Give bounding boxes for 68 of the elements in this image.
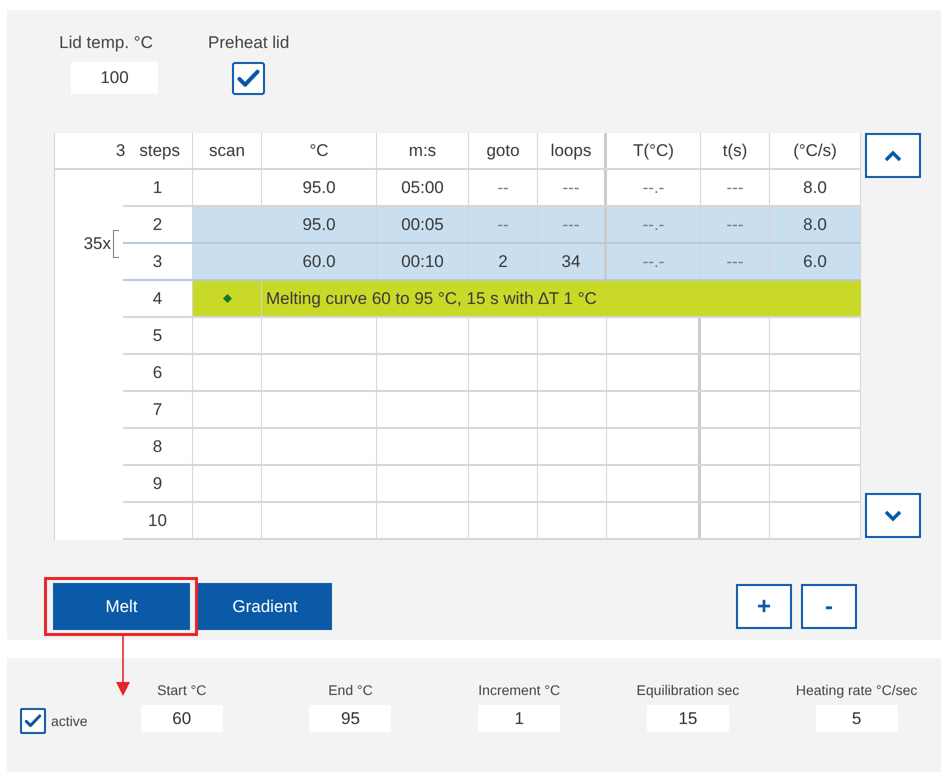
table-cell: 8.0 [770,207,861,242]
cycle-count: 35x [84,234,111,254]
table-row[interactable]: 8 [123,429,861,466]
melt-description: Melting curve 60 to 95 °C, 15 s with ∆T 1 °C [262,281,861,316]
field-label: Lid temp. °C [59,33,153,53]
bracket-icon [113,230,119,258]
table-cell: --- [701,207,770,242]
table-cell: 95.0 [262,207,377,242]
remove-step-button[interactable]: - [801,584,857,629]
table-row[interactable]: 3 60.0 00:10 2 34 --.- --- 6.0 [123,244,861,281]
input-field[interactable]: 1 [478,705,560,732]
table-row[interactable]: 9 [123,466,861,503]
table-cell: 05:00 [377,170,469,205]
table-cell: --.- [607,244,701,279]
input-field[interactable]: 60 [140,705,223,732]
column-header: T(°C) [607,133,701,168]
scroll-down-button[interactable] [865,493,921,538]
column-header: °C [262,133,377,168]
column-header: scan [193,133,262,168]
column-header: steps [139,140,180,160]
column-header: goto [469,133,538,168]
field-label: Heating rate °C/sec [796,682,918,698]
preheat-checkbox[interactable] [232,62,266,95]
table-cell: 00:05 [377,207,469,242]
column-header: m:s [377,133,469,168]
diamond-icon [222,294,232,303]
table-cell: -- [469,170,538,205]
table-cell: -- [469,207,538,242]
field-label: Start °C [157,682,206,698]
table-cell: 00:10 [377,244,469,279]
active-checkbox[interactable] [20,708,46,734]
table-cell: 95.0 [262,170,377,205]
table-cell: 6.0 [770,244,861,279]
step-count: 3 [116,140,126,160]
field-label: Increment °C [478,682,560,698]
mode-button[interactable]: Melt [53,583,190,630]
table-cell: --- [538,207,607,242]
table-cell: 2 [469,244,538,279]
input-field[interactable]: 15 [646,705,729,732]
table-cell: 34 [538,244,607,279]
checkbox-label: active [51,713,88,729]
table-cell: --.- [607,207,701,242]
chevron-up-icon [883,150,903,162]
table-row[interactable]: 7 [123,392,861,429]
scroll-up-button[interactable] [865,133,921,178]
checkbox-label: Preheat lid [208,33,290,53]
melt-row[interactable]: 4 Melting curve 60 to 95 °C, 15 s with ∆T 1 °C [123,281,861,318]
column-header: (°C/s) [770,133,861,168]
table-row[interactable]: 2 95.0 00:05 -- --- --.- --- 8.0 [123,207,861,244]
table-cell: --- [701,244,770,279]
chevron-down-icon [883,510,903,522]
table-cell: 8.0 [770,170,861,205]
callout-arrow [115,636,131,696]
table-cell: 60.0 [262,244,377,279]
lid-temp-field[interactable]: 100 [71,62,158,94]
mode-button[interactable]: Gradient [198,583,332,630]
field-label: End °C [328,682,373,698]
table-row[interactable]: 1 95.0 05:00 -- --- --.- --- 8.0 [123,170,861,207]
table-row[interactable]: 6 [123,355,861,392]
field-label: Equilibration sec [636,682,740,698]
table-cell: --.- [607,170,701,205]
add-step-button[interactable]: + [736,584,792,629]
table-row[interactable]: 5 [123,318,861,355]
column-header: t(s) [701,133,770,168]
table-cell: --- [701,170,770,205]
table-row[interactable]: 10 [123,503,861,540]
input-field[interactable]: 95 [309,705,392,732]
input-field[interactable]: 5 [816,705,898,732]
